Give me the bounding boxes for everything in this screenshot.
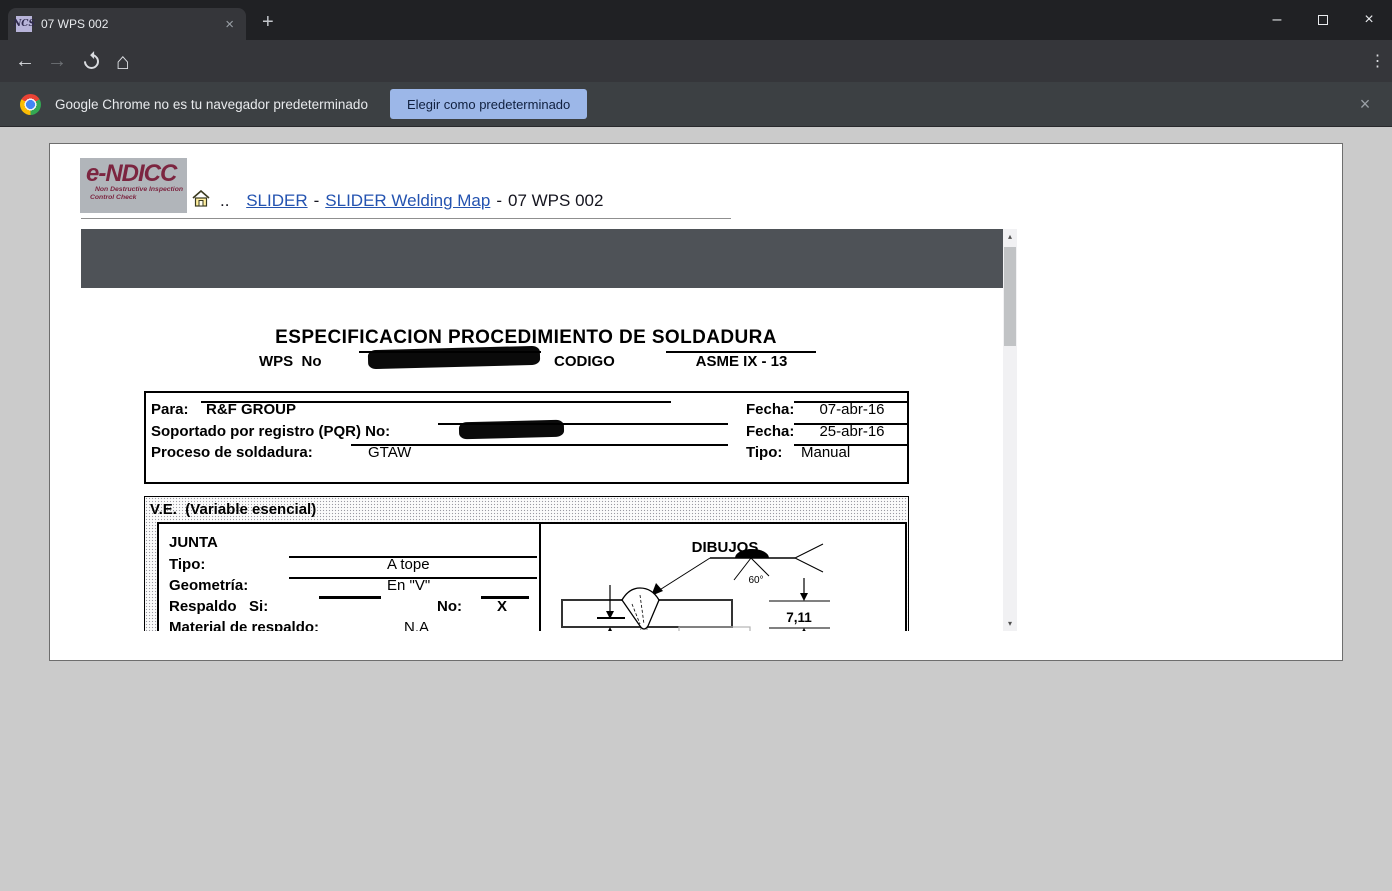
tab-close-icon[interactable]: × (221, 16, 238, 33)
page-background: e-NDICC Non Destructive Inspection Contr… (0, 127, 1392, 891)
forward-icon[interactable]: → (42, 40, 72, 82)
wps-no-underline (359, 351, 541, 353)
codigo-label: CODIGO (554, 353, 615, 370)
groove-angle: 60° (748, 575, 763, 586)
browser-tab[interactable]: NCS 07 WPS 002 × (8, 8, 246, 40)
respaldo-no-underline (481, 596, 529, 599)
wps-no-redaction (368, 346, 540, 369)
scroll-up-icon[interactable]: ▴ (1003, 229, 1017, 244)
junta-tipo-underline (289, 556, 537, 558)
scrollbar-thumb[interactable] (1004, 247, 1016, 346)
junta-tipo-label: Tipo: (169, 556, 205, 573)
pqr-label: Soportado por registro (PQR) No: (151, 423, 390, 440)
tab-title: 07 WPS 002 (41, 17, 221, 31)
breadcrumb-link-slider[interactable]: SLIDER (246, 191, 307, 211)
respaldo-no-value: X (497, 598, 507, 615)
geometria-underline (289, 577, 537, 579)
material-value: N.A (404, 619, 429, 631)
back-icon[interactable]: ← (10, 40, 40, 82)
browser-titlebar: NCS 07 WPS 002 × + – × (0, 0, 1392, 40)
close-window-button[interactable]: × (1346, 0, 1392, 40)
breadcrumb: .. SLIDER - SLIDER Welding Map - 07 WPS … (192, 188, 603, 214)
geometria-value: En "V" (387, 577, 430, 594)
infobar-close-icon[interactable]: × (1352, 82, 1378, 127)
header-info-box: Para: R&F GROUP Fecha: 07-abr-16 Soporta… (144, 391, 909, 484)
breadcrumb-separator-2: - (496, 191, 502, 211)
codigo-underline (666, 351, 816, 353)
logo-title: e-NDICC (80, 162, 187, 186)
proceso-label: Proceso de soldadura: (151, 444, 313, 461)
tipo-label: Tipo: (746, 444, 782, 461)
site-favicon: NCS (16, 16, 32, 32)
material-label: Material de respaldo: (169, 619, 319, 631)
document-viewer: ESPECIFICACION PROCEDIMIENTO DE SOLDADUR… (81, 229, 1017, 631)
menu-dots-icon[interactable]: ⋮ (1363, 40, 1392, 82)
tipo-underline (794, 444, 908, 446)
endicc-logo: e-NDICC Non Destructive Inspection Contr… (80, 158, 187, 213)
codigo-value: ASME IX - 13 (669, 353, 814, 370)
breadcrumb-current: 07 WPS 002 (508, 191, 603, 211)
logo-subtitle-2: Control Check (80, 194, 187, 202)
ve-inner-box: JUNTA Tipo: A tope Geometría: En "V" Res… (157, 522, 907, 631)
proceso-value: GTAW (368, 444, 411, 461)
reload-icon[interactable] (76, 40, 106, 82)
wps-no-label: WPS No (259, 353, 322, 370)
breadcrumb-rule (81, 218, 731, 219)
para-label: Para: (151, 401, 189, 418)
minimize-button[interactable]: – (1254, 0, 1300, 40)
ve-header: V.E. (Variable esencial) (150, 501, 316, 518)
breadcrumb-dots: .. (220, 191, 229, 211)
fecha1-underline (794, 401, 908, 403)
breadcrumb-separator: - (314, 191, 320, 211)
chrome-logo-icon (20, 94, 41, 115)
fecha2-value: 25-abr-16 (796, 423, 908, 440)
home-icon[interactable]: ⌂ (108, 40, 138, 82)
maximize-icon (1318, 15, 1328, 25)
default-browser-infobar: Google Chrome no es tu navegador predete… (0, 82, 1392, 127)
junta-tipo-value: A tope (387, 556, 430, 573)
new-tab-button[interactable]: + (262, 12, 274, 32)
browser-toolbar: ← → ⌂ i No es seguro evirtual/documentos… (0, 40, 1392, 82)
content-container: e-NDICC Non Destructive Inspection Contr… (49, 143, 1343, 661)
respaldo-si-underline (319, 596, 381, 599)
proceso-underline (351, 444, 728, 446)
wps-document: ESPECIFICACION PROCEDIMIENTO DE SOLDADUR… (81, 229, 1003, 631)
junta-label: JUNTA (169, 534, 218, 551)
breadcrumb-link-welding-map[interactable]: SLIDER Welding Map (325, 191, 490, 211)
infobar-message: Google Chrome no es tu navegador predete… (55, 97, 368, 112)
respaldo-no-label: No: (437, 598, 462, 615)
set-default-button[interactable]: Elegir como predeterminado (390, 89, 587, 119)
dimension-value: 7,11 (786, 610, 812, 625)
logo-subtitle-1: Non Destructive Inspection (80, 186, 187, 194)
window-controls: – × (1254, 0, 1392, 40)
fecha2-label: Fecha: (746, 423, 794, 440)
document-scrollbar[interactable]: ▴ ▾ (1003, 229, 1017, 631)
weld-bead (622, 588, 659, 629)
tipo-value: Manual (801, 444, 850, 461)
geometria-label: Geometría: (169, 577, 248, 594)
fecha1-label: Fecha: (746, 401, 794, 418)
ve-section: V.E. (Variable esencial) JUNTA Tipo: A t… (144, 496, 909, 631)
pqr-underline (438, 423, 728, 425)
breadcrumb-home-icon[interactable] (192, 190, 210, 212)
weld-drawing: DIBUJOS 60° (537, 524, 907, 631)
fecha1-value: 07-abr-16 (796, 401, 908, 418)
scroll-down-icon[interactable]: ▾ (1003, 616, 1017, 631)
fecha2-underline (794, 423, 908, 425)
respaldo-label: Respaldo Si: (169, 598, 268, 615)
para-value: R&F GROUP (206, 401, 296, 418)
maximize-button[interactable] (1300, 0, 1346, 40)
para-underline (201, 401, 671, 403)
